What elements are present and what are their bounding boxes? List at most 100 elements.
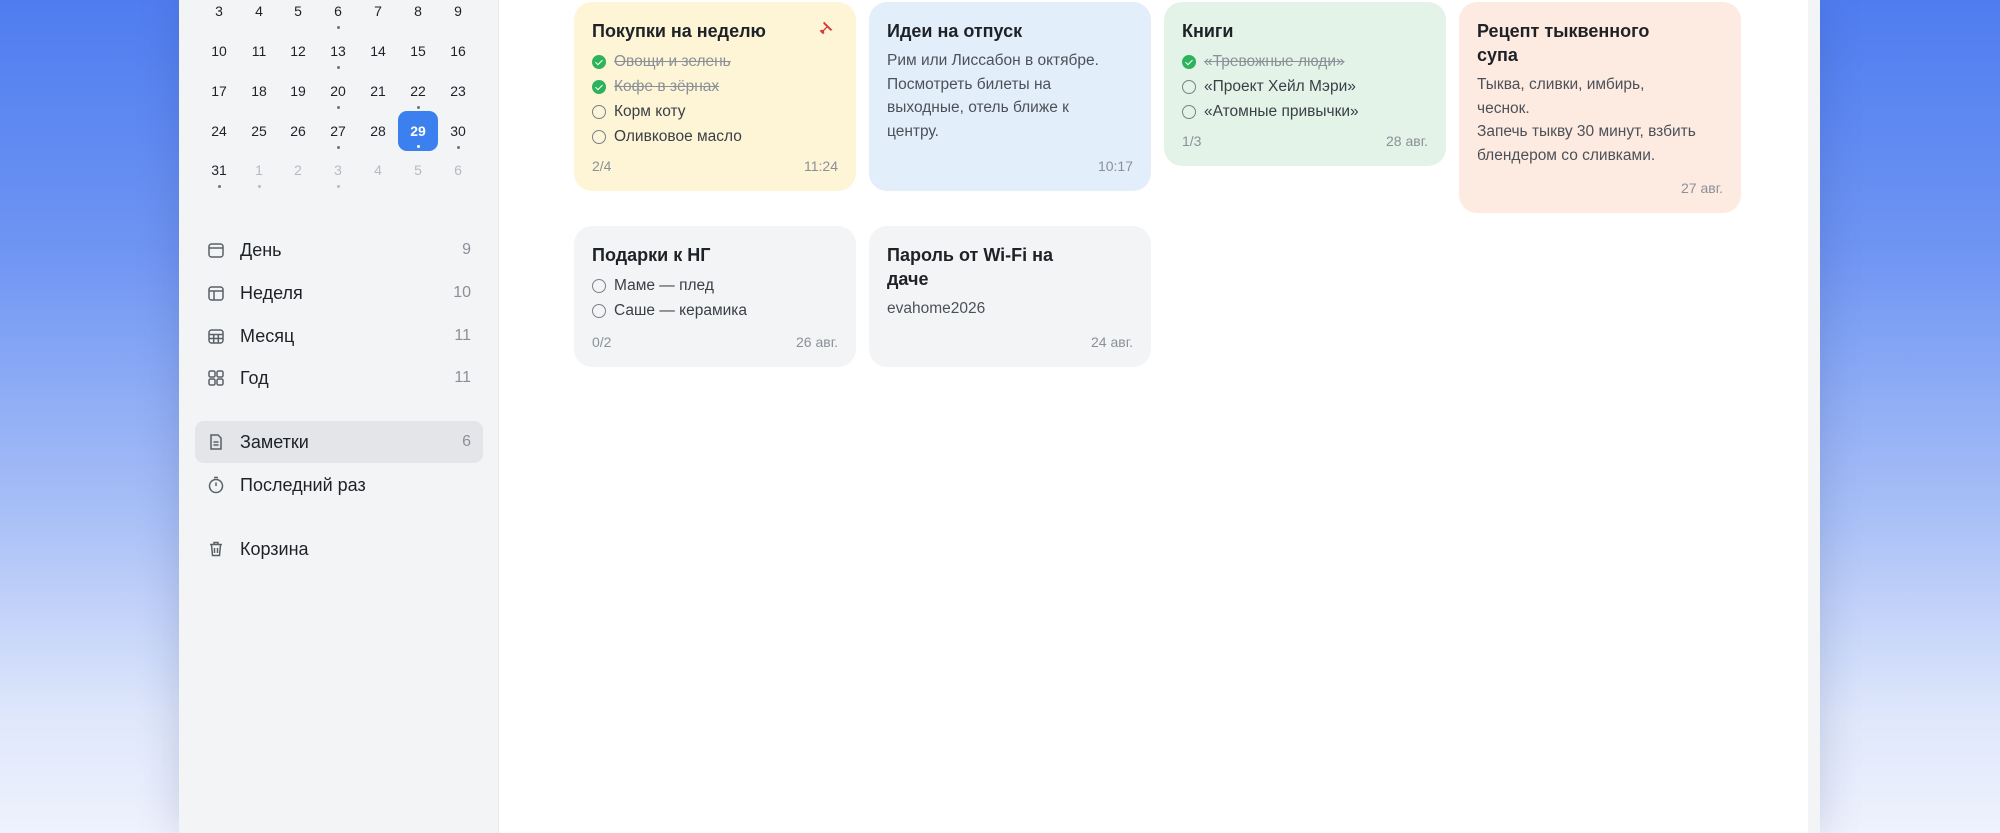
calendar-day[interactable]: 7 xyxy=(358,0,398,31)
sidebar-item-week[interactable]: Неделя 10 xyxy=(195,272,483,314)
calendar-day[interactable]: 11 xyxy=(239,31,279,71)
checked-icon[interactable] xyxy=(592,55,606,69)
checkbox-icon[interactable] xyxy=(592,304,606,318)
checked-icon[interactable] xyxy=(592,80,606,94)
checklist-item[interactable]: «Атомные привычки» xyxy=(1182,99,1428,124)
calendar-day[interactable]: 19 xyxy=(278,71,318,111)
note-card[interactable]: Покупки на неделю Овощи и зелень Кофе в зё… xyxy=(574,2,856,191)
note-title: Идеи на отпуск xyxy=(887,21,1023,41)
calendar-day[interactable]: 31 xyxy=(199,150,239,190)
scroll-track[interactable] xyxy=(1808,0,1820,833)
note-card[interactable]: Идеи на отпуск Рим или Лиссабон в октябре… xyxy=(869,2,1151,191)
calendar-day-icon xyxy=(208,243,224,258)
checklist-item-text: Оливковое масло xyxy=(614,128,742,145)
note-title: Пароль от Wi-Fi на даче xyxy=(887,245,1054,289)
calendar-day[interactable]: 8 xyxy=(398,0,438,31)
trash-icon xyxy=(210,541,222,557)
sidebar-item-count: 11 xyxy=(454,369,471,386)
note-card[interactable]: Рецепт тыквенного супа Тыква, сливки, имб… xyxy=(1459,2,1741,213)
event-dot xyxy=(336,26,340,29)
calendar-day[interactable]: 25 xyxy=(239,111,279,151)
sidebar-item-recent[interactable]: Последний раз xyxy=(195,464,483,506)
checklist-item[interactable]: Оливковое масло xyxy=(592,124,838,149)
checklist-item[interactable]: Овощи и зелень xyxy=(592,49,838,74)
checklist-item-text: Кофе в зёрнах xyxy=(614,78,720,95)
checklist-item-text: «Атомные привычки» xyxy=(1204,103,1359,120)
calendar-day[interactable]: 13 xyxy=(318,31,358,71)
sidebar-item-month[interactable]: Месяц 11 xyxy=(195,315,483,357)
checklist-progress: 2/4 xyxy=(592,158,612,174)
note-timestamp: 11:24 xyxy=(804,158,838,174)
checklist-item[interactable]: Кофе в зёрнах xyxy=(592,74,838,99)
calendar-day-today[interactable]: 29 xyxy=(398,111,438,151)
calendar-week-row: 10 11 12 13 14 15 16 xyxy=(179,31,498,71)
sidebar-item-trash[interactable]: Корзина xyxy=(195,528,483,570)
calendar-day[interactable]: 20 xyxy=(318,71,358,111)
calendar-day[interactable]: 12 xyxy=(278,31,318,71)
calendar-day[interactable]: 4 xyxy=(239,0,279,31)
calendar-day[interactable]: 26 xyxy=(278,111,318,151)
calendar-day[interactable]: 17 xyxy=(199,71,239,111)
calendar-day[interactable]: 21 xyxy=(358,71,398,111)
checklist-item-text: Маме — плед xyxy=(614,277,714,294)
note-body: Тыква, сливки, имбирь, чеснок. Запечь ты… xyxy=(1477,76,1696,164)
calendar-day[interactable]: 5 xyxy=(398,150,438,190)
app-window: 3 4 5 6 7 8 9 10 11 12 13 14 15 16 17 18 19 20 21 22 23 24 25 2… xyxy=(179,0,1820,833)
checkbox-icon[interactable] xyxy=(1182,105,1196,119)
checklist-item[interactable]: Саше — керамика xyxy=(592,298,838,323)
calendar-day[interactable]: 23 xyxy=(438,71,478,111)
calendar-day[interactable]: 6 xyxy=(438,150,478,190)
calendar-day[interactable]: 16 xyxy=(438,31,478,71)
note-card[interactable]: Подарки к НГ Маме — плед Саше — керамика 0/… xyxy=(574,226,856,367)
pin-icon[interactable] xyxy=(818,20,834,36)
sidebar-item-notes[interactable]: Заметки 6 xyxy=(195,421,483,463)
calendar-day[interactable]: 15 xyxy=(398,31,438,71)
calendar-day[interactable]: 9 xyxy=(438,0,478,31)
calendar-day[interactable]: 2 xyxy=(278,150,318,190)
checklist-item[interactable]: «Тревожные люди» xyxy=(1182,49,1428,74)
checklist-item[interactable]: «Проект Хейл Мэри» xyxy=(1182,74,1428,99)
checklist-item-text: Корм коту xyxy=(614,103,686,120)
event-dot xyxy=(336,185,340,188)
sidebar-item-label: Месяц xyxy=(240,326,295,346)
event-dot xyxy=(336,146,340,149)
event-dot xyxy=(416,106,420,109)
calendar-day[interactable]: 10 xyxy=(199,31,239,71)
calendar-week-icon xyxy=(208,286,224,301)
sidebar-item-count: 11 xyxy=(454,327,471,344)
sidebar: 3 4 5 6 7 8 9 10 11 12 13 14 15 16 17 18 19 20 21 22 23 24 25 2… xyxy=(179,0,499,833)
note-timestamp: 24 авг. xyxy=(1091,334,1133,350)
calendar-day[interactable]: 30 xyxy=(438,111,478,151)
grid-icon xyxy=(208,370,224,386)
note-card[interactable]: Книги «Тревожные люди» «Проект Хейл Мэри» «… xyxy=(1164,2,1446,166)
checklist-item[interactable]: Корм коту xyxy=(592,99,838,124)
calendar-day[interactable]: 3 xyxy=(199,0,239,31)
sidebar-item-label: Год xyxy=(240,368,269,388)
calendar-day[interactable]: 24 xyxy=(199,111,239,151)
calendar-day[interactable]: 1 xyxy=(239,150,279,190)
checked-icon[interactable] xyxy=(1182,55,1196,69)
sidebar-item-count: 10 xyxy=(453,284,471,301)
calendar-day[interactable]: 4 xyxy=(358,150,398,190)
checkbox-icon[interactable] xyxy=(592,279,606,293)
calendar-week-row: 3456789 xyxy=(179,0,498,31)
calendar-day[interactable]: 27 xyxy=(318,111,358,151)
calendar-day[interactable]: 5 xyxy=(278,0,318,31)
calendar-day[interactable]: 14 xyxy=(358,31,398,71)
event-dot xyxy=(416,145,420,148)
calendar-week-row: 24 25 26 27 28 29 30 xyxy=(179,111,498,151)
checkbox-icon[interactable] xyxy=(1182,80,1196,94)
sidebar-item-year[interactable]: Год 11 xyxy=(195,357,483,399)
calendar-day[interactable]: 18 xyxy=(239,71,279,111)
sidebar-item-day[interactable]: День 9 xyxy=(195,229,483,271)
checkbox-icon[interactable] xyxy=(592,130,606,144)
checklist-item-text: «Проект Хейл Мэри» xyxy=(1204,78,1356,95)
calendar-day[interactable]: 6 xyxy=(318,0,358,31)
checkbox-icon[interactable] xyxy=(592,105,606,119)
calendar-day[interactable]: 22 xyxy=(398,71,438,111)
calendar-day[interactable]: 3 xyxy=(318,150,358,190)
calendar-day[interactable]: 28 xyxy=(358,111,398,151)
note-timestamp: 26 авг. xyxy=(796,334,838,350)
note-card[interactable]: Пароль от Wi-Fi на даче evahome2026 24 авг… xyxy=(869,226,1151,367)
checklist-item[interactable]: Маме — плед xyxy=(592,273,838,298)
